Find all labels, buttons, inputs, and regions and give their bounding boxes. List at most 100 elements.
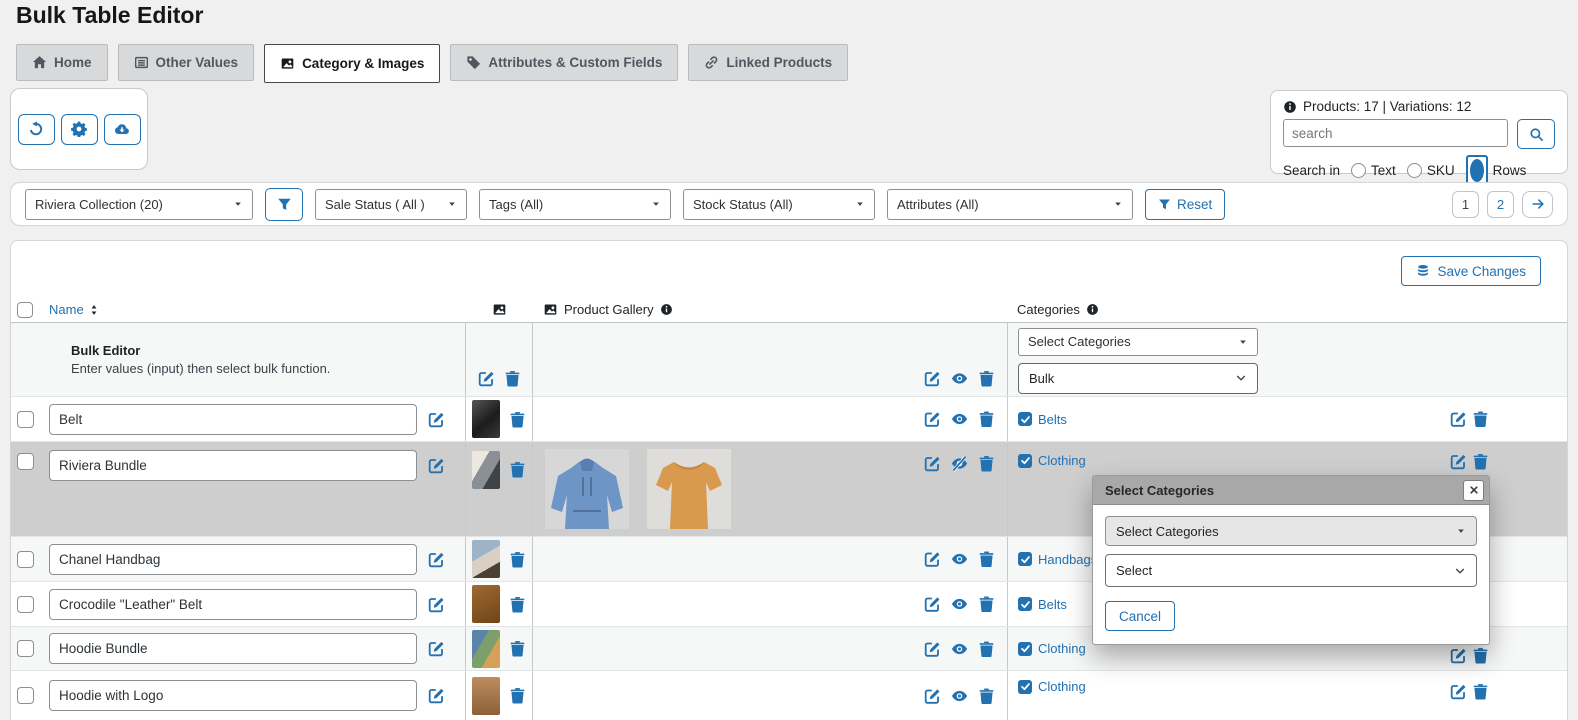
- row-checkbox[interactable]: [17, 687, 34, 704]
- edit-categories-icon[interactable]: [1450, 647, 1467, 664]
- delete-gallery-icon[interactable]: [978, 596, 995, 613]
- delete-image-icon[interactable]: [509, 551, 526, 568]
- tab-other-values[interactable]: Other Values: [117, 44, 255, 81]
- preview-gallery-icon[interactable]: [951, 596, 968, 613]
- category-link[interactable]: Clothing: [1018, 453, 1086, 468]
- preview-gallery-icon[interactable]: [951, 640, 968, 657]
- delete-image-icon[interactable]: [509, 640, 526, 657]
- tab-linked-products[interactable]: Linked Products: [688, 44, 849, 81]
- page-2-button[interactable]: 2: [1487, 190, 1514, 218]
- product-thumbnail[interactable]: [472, 400, 500, 438]
- delete-categories-icon[interactable]: [1472, 683, 1489, 700]
- row-checkbox[interactable]: [17, 453, 34, 470]
- delete-gallery-icon[interactable]: [978, 687, 995, 704]
- preview-gallery-icon[interactable]: [951, 687, 968, 704]
- product-name-input[interactable]: [49, 680, 417, 711]
- gallery-image-blue-hoodie[interactable]: [543, 449, 631, 529]
- sale-status-filter-select[interactable]: Sale Status ( All ): [315, 188, 467, 220]
- delete-image-icon[interactable]: [509, 687, 526, 704]
- bulk-preview-gallery-icon[interactable]: [951, 370, 968, 387]
- preview-gallery-icon[interactable]: [951, 551, 968, 568]
- edit-name-icon[interactable]: [428, 687, 445, 704]
- product-thumbnail[interactable]: [472, 451, 500, 489]
- delete-categories-icon[interactable]: [1472, 647, 1489, 664]
- category-link[interactable]: Belts: [1018, 597, 1067, 612]
- edit-categories-icon[interactable]: [1450, 411, 1467, 428]
- row-checkbox[interactable]: [17, 550, 34, 568]
- product-name-input[interactable]: [49, 633, 417, 664]
- bulk-select-categories-dropdown[interactable]: Select Categories: [1018, 327, 1258, 356]
- category-link[interactable]: Belts: [1018, 412, 1067, 427]
- product-thumbnail[interactable]: [472, 585, 500, 623]
- edit-categories-icon[interactable]: [1450, 683, 1467, 700]
- product-thumbnail[interactable]: [472, 629, 500, 668]
- gallery-image-orange-tshirt[interactable]: [645, 449, 733, 529]
- preview-gallery-icon[interactable]: [951, 411, 968, 428]
- bulk-delete-gallery-icon[interactable]: [978, 370, 995, 387]
- bulk-delete-image-icon[interactable]: [504, 370, 521, 387]
- product-name-input[interactable]: [49, 588, 417, 620]
- edit-gallery-icon[interactable]: [924, 687, 941, 704]
- edit-gallery-icon[interactable]: [924, 455, 941, 472]
- stock-status-filter-select[interactable]: Stock Status (All): [683, 188, 875, 220]
- delete-categories-icon[interactable]: [1472, 453, 1489, 470]
- delete-categories-icon[interactable]: [1472, 411, 1489, 428]
- modal-categories-dropdown[interactable]: Select Categories: [1105, 516, 1477, 546]
- category-link[interactable]: Clothing: [1018, 641, 1086, 656]
- category-link[interactable]: Clothing: [1018, 679, 1086, 694]
- search-input[interactable]: [1283, 119, 1508, 147]
- search-in-text-radio[interactable]: Text: [1351, 163, 1396, 178]
- hide-gallery-icon[interactable]: [951, 455, 968, 472]
- apply-filter-button[interactable]: [265, 187, 303, 221]
- product-thumbnail[interactable]: [472, 676, 500, 715]
- bulk-function-select[interactable]: Bulk: [1018, 362, 1258, 394]
- row-checkbox[interactable]: [17, 410, 34, 428]
- search-button[interactable]: [1517, 119, 1555, 149]
- product-thumbnail[interactable]: [472, 540, 500, 578]
- export-button[interactable]: [103, 113, 141, 145]
- delete-gallery-icon[interactable]: [978, 455, 995, 472]
- delete-image-icon[interactable]: [509, 596, 526, 613]
- bulk-edit-gallery-icon[interactable]: [924, 370, 941, 387]
- delete-image-icon[interactable]: [509, 461, 526, 478]
- save-changes-button[interactable]: Save Changes: [1401, 256, 1541, 286]
- edit-gallery-icon[interactable]: [924, 640, 941, 657]
- edit-gallery-icon[interactable]: [924, 411, 941, 428]
- edit-name-icon[interactable]: [428, 596, 445, 613]
- row-checkbox[interactable]: [17, 640, 34, 657]
- reset-filters-button[interactable]: Reset: [1145, 188, 1226, 220]
- undo-button[interactable]: [17, 113, 55, 145]
- delete-gallery-icon[interactable]: [978, 551, 995, 568]
- settings-button[interactable]: [60, 113, 98, 145]
- collection-filter-select[interactable]: Riviera Collection (20): [25, 188, 253, 220]
- tab-home[interactable]: Home: [16, 44, 108, 81]
- category-link[interactable]: Handbags: [1018, 552, 1097, 567]
- edit-categories-icon[interactable]: [1450, 453, 1467, 470]
- product-name-input[interactable]: [49, 403, 417, 435]
- edit-name-icon[interactable]: [428, 457, 445, 474]
- modal-cancel-button[interactable]: Cancel: [1105, 601, 1176, 631]
- name-column-header[interactable]: Name: [49, 302, 100, 317]
- modal-close-button[interactable]: [1463, 479, 1484, 501]
- edit-name-icon[interactable]: [428, 411, 445, 428]
- edit-gallery-icon[interactable]: [924, 596, 941, 613]
- product-name-input[interactable]: [49, 450, 417, 481]
- delete-gallery-icon[interactable]: [978, 640, 995, 657]
- row-checkbox[interactable]: [17, 595, 34, 613]
- edit-name-icon[interactable]: [428, 551, 445, 568]
- search-in-sku-radio[interactable]: SKU: [1406, 163, 1455, 178]
- bulk-edit-image-icon[interactable]: [478, 370, 495, 387]
- delete-gallery-icon[interactable]: [978, 411, 995, 428]
- delete-image-icon[interactable]: [509, 411, 526, 428]
- product-name-input[interactable]: [49, 543, 417, 575]
- tags-filter-select[interactable]: Tags (All): [479, 188, 671, 220]
- tab-attributes-custom-fields[interactable]: Attributes & Custom Fields: [450, 44, 679, 81]
- modal-function-select[interactable]: Select: [1105, 554, 1477, 587]
- attributes-filter-select[interactable]: Attributes (All): [887, 188, 1133, 220]
- page-1-button[interactable]: 1: [1452, 190, 1479, 218]
- edit-gallery-icon[interactable]: [924, 551, 941, 568]
- next-page-button[interactable]: [1522, 190, 1553, 218]
- edit-name-icon[interactable]: [428, 640, 445, 657]
- tab-category-images[interactable]: Category & Images: [264, 44, 441, 83]
- select-all-checkbox[interactable]: [17, 301, 33, 318]
